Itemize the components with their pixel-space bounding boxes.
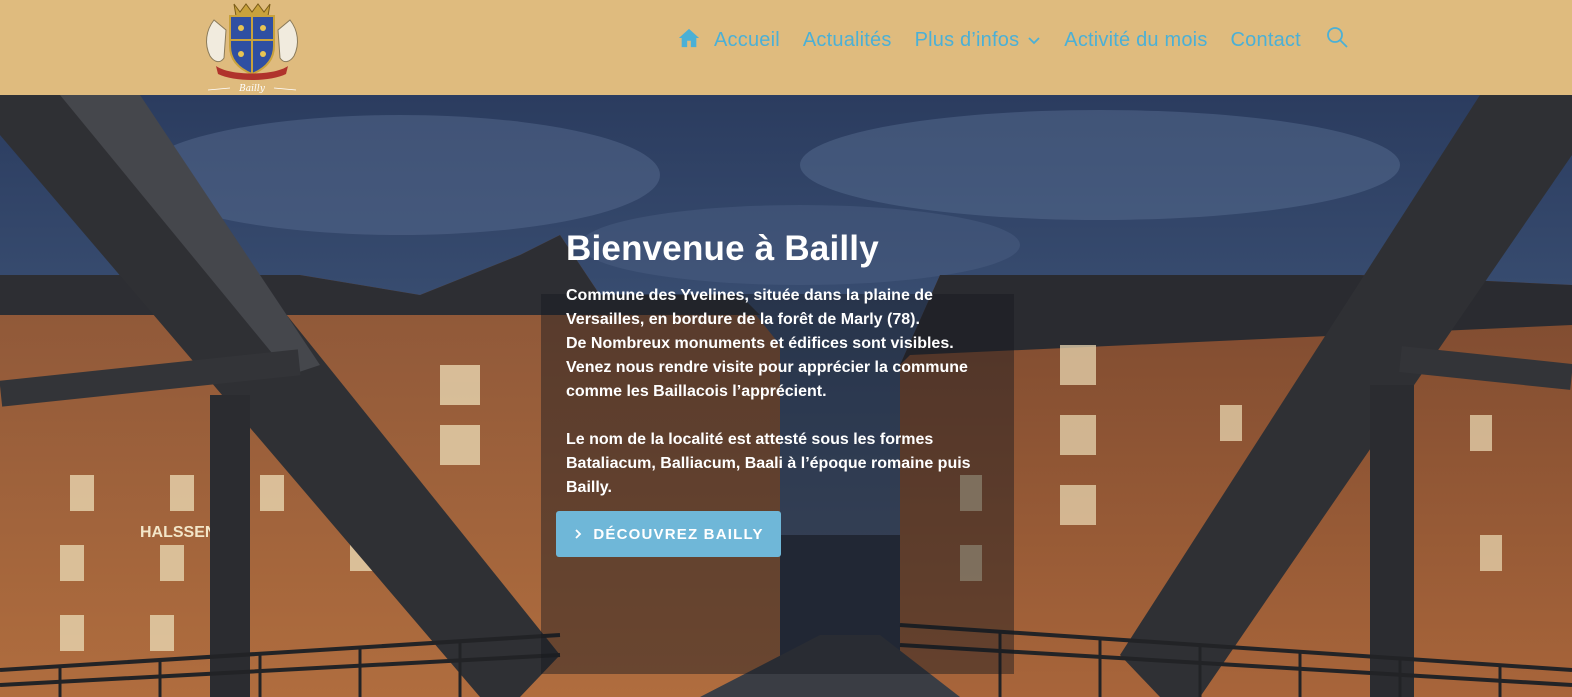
hero-description: Commune des Yvelines, située dans la pla… — [566, 284, 1006, 500]
nav-label: Contact — [1230, 28, 1301, 51]
nav-label: Plus d’infos — [914, 28, 1020, 51]
hero-text-line: Bataliacum, Balliacum, Baali à l’époque … — [566, 455, 971, 472]
nav-label: Actualités — [802, 28, 892, 51]
hero-text-line: Commune des Yvelines, située dans la pla… — [566, 287, 933, 304]
nav-label: Accueil — [714, 28, 780, 51]
hero-text-line: Venez nous rendre visite pour apprécier … — [566, 359, 968, 376]
site-header: Bailly Accueil Actualités Plus d’infos A… — [0, 0, 1572, 95]
nav-item-actualites[interactable]: Actualités — [803, 29, 892, 52]
hero-title: Bienvenue à Bailly — [566, 229, 879, 268]
nav-item-contact[interactable]: Contact — [1231, 29, 1301, 52]
hero-text-line: Bailly. — [566, 479, 612, 496]
nav-label: Activité du mois — [1064, 28, 1208, 51]
coat-of-arms-logo[interactable]: Bailly — [200, 0, 304, 94]
chevron-down-icon — [1028, 37, 1040, 45]
hero-text-line: comme les Baillacois l’apprécient. — [566, 383, 827, 400]
discover-bailly-button[interactable]: DÉCOUVREZ BAILLY — [556, 511, 781, 557]
home-icon — [678, 28, 700, 48]
svg-text:Bailly: Bailly — [238, 84, 266, 94]
cta-label: DÉCOUVREZ BAILLY — [593, 525, 764, 543]
nav-item-activite-du-mois[interactable]: Activité du mois — [1064, 29, 1207, 52]
nav-item-accueil[interactable]: Accueil — [678, 29, 780, 52]
search-icon[interactable] — [1325, 25, 1349, 49]
hero-text-line: Le nom de la localité est attesté sous l… — [566, 431, 934, 448]
hero-text-line: De Nombreux monuments et édifices sont v… — [566, 335, 954, 352]
nav-item-plus-infos[interactable]: Plus d’infos — [915, 29, 1042, 52]
main-navigation: Accueil Actualités Plus d’infos Activité… — [678, 0, 1349, 80]
chevron-right-icon — [575, 529, 582, 539]
hero-text-line: Versailles, en bordure de la forêt de Ma… — [566, 311, 920, 328]
